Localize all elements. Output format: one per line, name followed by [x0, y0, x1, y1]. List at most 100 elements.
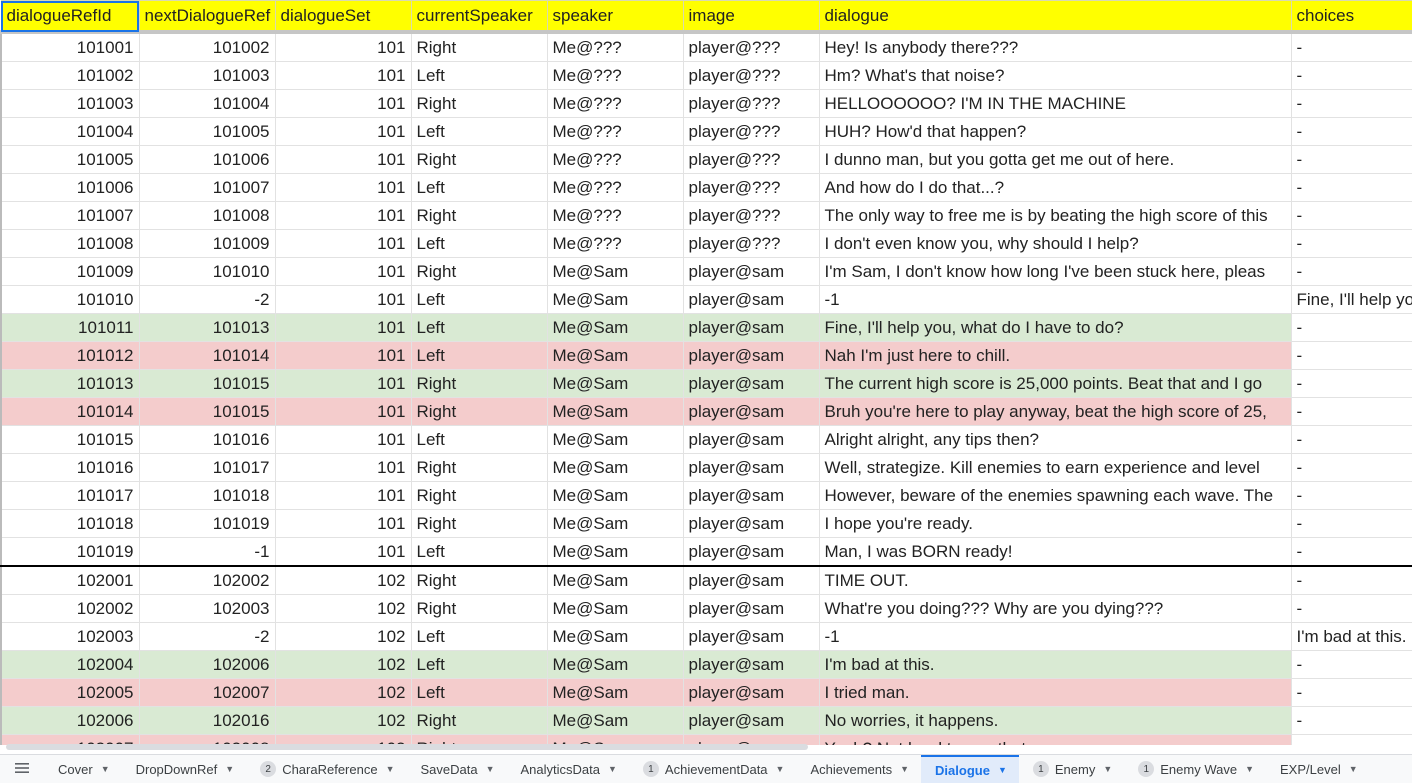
caret-down-icon[interactable]: ▼	[486, 764, 495, 774]
cell-dialogue-ref-id[interactable]: 102004	[0, 650, 140, 679]
cell-choices[interactable]: -	[1290, 706, 1412, 735]
cell-current-speaker[interactable]: Right	[410, 31, 548, 62]
cell-choices[interactable]: -	[1290, 313, 1412, 342]
cell-dialogue-ref-id[interactable]: 101014	[0, 397, 140, 426]
cell-speaker[interactable]: Me@???	[546, 229, 684, 258]
cell-dialogue[interactable]: -1	[818, 622, 1292, 651]
cell-dialogue[interactable]: I tried man.	[818, 678, 1292, 707]
cell-next-dialogue-ref[interactable]: 102016	[138, 706, 276, 735]
caret-down-icon[interactable]: ▼	[776, 764, 785, 774]
cell-speaker[interactable]: Me@???	[546, 145, 684, 174]
horizontal-scrollbar[interactable]	[6, 744, 808, 750]
cell-dialogue-set[interactable]: 101	[274, 61, 412, 90]
cell-next-dialogue-ref[interactable]: 101018	[138, 481, 276, 510]
cell-dialogue[interactable]: Nah I'm just here to chill.	[818, 341, 1292, 370]
cell-next-dialogue-ref[interactable]: 101014	[138, 341, 276, 370]
cell-image[interactable]: player@sam	[682, 706, 820, 735]
cell-dialogue[interactable]: -1	[818, 285, 1292, 314]
cell-current-speaker[interactable]: Left	[410, 61, 548, 90]
cell-dialogue[interactable]: Man, I was BORN ready!	[818, 537, 1292, 567]
cell-current-speaker[interactable]: Right	[410, 565, 548, 595]
cell-speaker[interactable]: Me@Sam	[546, 537, 684, 567]
cell-image[interactable]: player@sam	[682, 257, 820, 286]
cell-image[interactable]: player@sam	[682, 678, 820, 707]
cell-choices[interactable]: -	[1290, 341, 1412, 370]
cell-dialogue[interactable]: HELLOOOOOO? I'M IN THE MACHINE	[818, 89, 1292, 118]
cell-current-speaker[interactable]: Left	[410, 117, 548, 146]
cell-dialogue-ref-id[interactable]: 101003	[0, 89, 140, 118]
cell-dialogue-ref-id[interactable]: 101004	[0, 117, 140, 146]
cell-current-speaker[interactable]: Right	[410, 257, 548, 286]
cell-dialogue[interactable]: Yeah? Not hard to see that.	[818, 734, 1292, 745]
cell-dialogue-ref-id[interactable]: 101006	[0, 173, 140, 202]
cell-speaker[interactable]: Me@Sam	[546, 509, 684, 538]
cell-current-speaker[interactable]: Left	[410, 622, 548, 651]
cell-dialogue-ref-id[interactable]: 101001	[0, 31, 140, 62]
cell-speaker[interactable]: Me@Sam	[546, 706, 684, 735]
cell-current-speaker[interactable]: Left	[410, 173, 548, 202]
cell-dialogue-set[interactable]: 101	[274, 313, 412, 342]
cell-dialogue-set[interactable]: 101	[274, 117, 412, 146]
sheet-tab-cover[interactable]: Cover ▼	[44, 755, 122, 783]
cell-dialogue-ref-id[interactable]: 101012	[0, 341, 140, 370]
cell-next-dialogue-ref[interactable]: 102003	[138, 594, 276, 623]
cell-dialogue-set[interactable]: 101	[274, 201, 412, 230]
cell-speaker[interactable]: Me@Sam	[546, 594, 684, 623]
cell-dialogue-set[interactable]: 101	[274, 453, 412, 482]
cell-dialogue-ref-id[interactable]: 101013	[0, 369, 140, 398]
sheet-tab-dialogue[interactable]: Dialogue ▼	[921, 755, 1019, 783]
cell-choices[interactable]: Fine, I'll help yo	[1290, 285, 1412, 314]
cell-choices[interactable]: -	[1290, 650, 1412, 679]
caret-down-icon[interactable]: ▼	[101, 764, 110, 774]
cell-choices[interactable]: -	[1290, 257, 1412, 286]
cell-dialogue-ref-id[interactable]: 101009	[0, 257, 140, 286]
sheet-tab-enemy-wave[interactable]: 1 Enemy Wave ▼	[1124, 755, 1266, 783]
cell-image[interactable]: player@???	[682, 61, 820, 90]
cell-dialogue[interactable]: The only way to free me is by beating th…	[818, 201, 1292, 230]
cell-dialogue-set[interactable]: 101	[274, 341, 412, 370]
cell-image[interactable]: player@sam	[682, 313, 820, 342]
cell-current-speaker[interactable]: Left	[410, 425, 548, 454]
cell-dialogue[interactable]: Hm? What's that noise?	[818, 61, 1292, 90]
cell-image[interactable]: player@sam	[682, 453, 820, 482]
sheet-tab-dropdownref[interactable]: DropDownRef ▼	[122, 755, 247, 783]
cell-speaker[interactable]: Me@???	[546, 173, 684, 202]
cell-dialogue[interactable]: No worries, it happens.	[818, 706, 1292, 735]
cell-image[interactable]: player@sam	[682, 397, 820, 426]
cell-current-speaker[interactable]: Left	[410, 229, 548, 258]
cell-current-speaker[interactable]: Right	[410, 509, 548, 538]
cell-choices[interactable]: -	[1290, 31, 1412, 62]
cell-dialogue[interactable]: And how do I do that...?	[818, 173, 1292, 202]
cell-current-speaker[interactable]: Right	[410, 706, 548, 735]
cell-dialogue[interactable]: I dunno man, but you gotta get me out of…	[818, 145, 1292, 174]
cell-dialogue-set[interactable]: 101	[274, 31, 412, 62]
cell-next-dialogue-ref[interactable]: 101002	[138, 31, 276, 62]
cell-dialogue[interactable]: However, beware of the enemies spawning …	[818, 481, 1292, 510]
cell-dialogue-ref-id[interactable]: 101008	[0, 229, 140, 258]
cell-dialogue-set[interactable]: 101	[274, 89, 412, 118]
caret-down-icon[interactable]: ▼	[386, 764, 395, 774]
cell-choices[interactable]: -	[1290, 453, 1412, 482]
cell-next-dialogue-ref[interactable]: 101017	[138, 453, 276, 482]
cell-next-dialogue-ref[interactable]: -2	[138, 622, 276, 651]
cell-speaker[interactable]: Me@Sam	[546, 313, 684, 342]
cell-choices[interactable]: -	[1290, 537, 1412, 567]
header-cell-currentSpeaker[interactable]: currentSpeaker	[410, 0, 548, 33]
header-cell-nextDialogueRef[interactable]: nextDialogueRef	[138, 0, 276, 33]
cell-next-dialogue-ref[interactable]: -2	[138, 285, 276, 314]
spreadsheet-grid[interactable]: dialogueRefId nextDialogueRef dialogueSe…	[0, 0, 1412, 745]
cell-dialogue-ref-id[interactable]: 102002	[0, 594, 140, 623]
caret-down-icon[interactable]: ▼	[608, 764, 617, 774]
cell-next-dialogue-ref[interactable]: 102002	[138, 565, 276, 595]
cell-next-dialogue-ref[interactable]: 101003	[138, 61, 276, 90]
cell-current-speaker[interactable]: Right	[410, 453, 548, 482]
cell-dialogue[interactable]: Alright alright, any tips then?	[818, 425, 1292, 454]
cell-next-dialogue-ref[interactable]: 101015	[138, 369, 276, 398]
cell-speaker[interactable]: Me@???	[546, 117, 684, 146]
cell-speaker[interactable]: Me@Sam	[546, 650, 684, 679]
cell-dialogue[interactable]: Bruh you're here to play anyway, beat th…	[818, 397, 1292, 426]
cell-dialogue-ref-id[interactable]: 101018	[0, 509, 140, 538]
caret-down-icon[interactable]: ▼	[1103, 764, 1112, 774]
cell-choices[interactable]: -	[1290, 117, 1412, 146]
cell-choices[interactable]: -	[1290, 565, 1412, 595]
